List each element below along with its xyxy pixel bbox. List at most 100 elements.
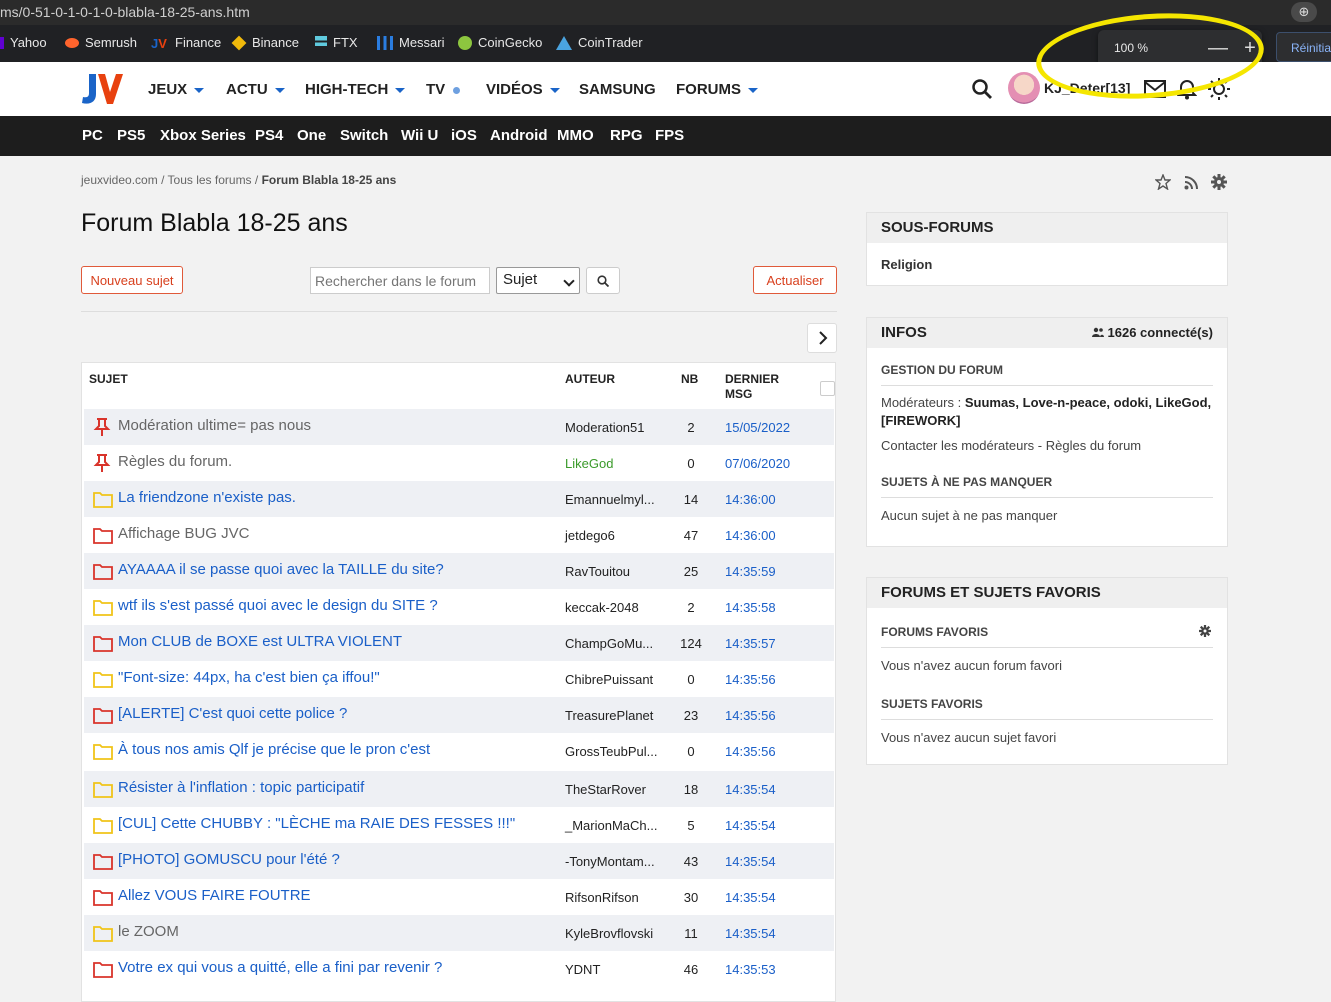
platform-rpg[interactable]: RPG: [610, 127, 643, 144]
topic-author[interactable]: KyleBrovflovski: [565, 926, 653, 941]
table-row[interactable]: [PHOTO] GOMUSCU pour l'été ? -TonyMontam.…: [84, 843, 834, 879]
bookmark-finance[interactable]: JV Finance: [151, 35, 221, 51]
breadcrumb-home[interactable]: jeuxvideo.com: [81, 173, 158, 187]
topic-last-message-link[interactable]: 14:35:56: [725, 744, 776, 759]
forum-search-input[interactable]: [310, 267, 490, 294]
topic-author[interactable]: Emannuelmyl...: [565, 492, 655, 507]
topic-author[interactable]: Moderation51: [565, 420, 645, 435]
bell-icon[interactable]: [1177, 78, 1197, 100]
platform-ps5[interactable]: PS5: [117, 127, 145, 144]
url-text[interactable]: ms/0-51-0-1-0-1-0-blabla-18-25-ans.htm: [0, 4, 250, 20]
topic-author[interactable]: -TonyMontam...: [565, 854, 655, 869]
topic-subject-link[interactable]: le ZOOM: [118, 923, 179, 940]
topic-last-message-link[interactable]: 14:35:54: [725, 890, 776, 905]
new-topic-button[interactable]: Nouveau sujet: [81, 266, 183, 294]
nav-forums[interactable]: FORUMS: [676, 81, 758, 98]
topic-last-message-link[interactable]: 14:35:56: [725, 672, 776, 687]
topic-last-message-link[interactable]: 14:35:53: [725, 962, 776, 977]
star-icon[interactable]: [1155, 174, 1171, 190]
table-row[interactable]: La friendzone n'existe pas. Emannuelmyl..…: [84, 481, 834, 517]
topic-subject-link[interactable]: Allez VOUS FAIRE FOUTRE: [118, 887, 311, 904]
topic-last-message-link[interactable]: 14:35:54: [725, 782, 776, 797]
topic-subject-link[interactable]: AYAAAA il se passe quoi avec la TAILLE d…: [118, 561, 444, 578]
platform-pc[interactable]: PC: [82, 127, 103, 144]
topic-last-message-link[interactable]: 14:35:57: [725, 636, 776, 651]
topic-author[interactable]: _MarionMaCh...: [565, 818, 657, 833]
avatar[interactable]: [1008, 72, 1040, 104]
topic-author[interactable]: TheStarRover: [565, 782, 646, 797]
table-row[interactable]: [CUL] Cette CHUBBY : "LÈCHE ma RAIE DES …: [84, 807, 834, 843]
platform-ios[interactable]: iOS: [451, 127, 477, 144]
search-icon[interactable]: [971, 78, 993, 100]
browser-url-bar[interactable]: ms/0-51-0-1-0-1-0-blabla-18-25-ans.htm ⊕: [0, 0, 1331, 25]
topic-subject-link[interactable]: wtf ils s'est passé quoi avec le design …: [118, 597, 438, 614]
bookmark-yahoo[interactable]: Yahoo: [0, 35, 47, 50]
search-button[interactable]: [586, 267, 620, 294]
table-row[interactable]: Résister à l'inflation : topic participa…: [84, 771, 834, 807]
topic-author[interactable]: RifsonRifson: [565, 890, 639, 905]
topic-author[interactable]: keccak-2048: [565, 600, 639, 615]
topic-author[interactable]: ChampGoMu...: [565, 636, 653, 651]
table-row[interactable]: À tous nos amis Qlf je précise que le pr…: [84, 733, 834, 769]
platform-one[interactable]: One: [297, 127, 326, 144]
table-row[interactable]: Règles du forum. LikeGod 0 07/06/2020: [84, 445, 834, 481]
platform-ps4[interactable]: PS4: [255, 127, 283, 144]
topic-author[interactable]: RavTouitou: [565, 564, 630, 579]
topic-author[interactable]: YDNT: [565, 962, 600, 977]
forum-rules-link[interactable]: Règles du forum: [1046, 438, 1141, 453]
topic-subject-link[interactable]: Résister à l'inflation : topic participa…: [118, 779, 364, 796]
table-row[interactable]: Votre ex qui vous a quitté, elle a fini …: [84, 951, 834, 987]
platform-android[interactable]: Android: [490, 127, 548, 144]
topic-author[interactable]: LikeGod: [565, 456, 613, 471]
username[interactable]: KJ_Deter[13]: [1044, 80, 1130, 96]
table-row[interactable]: "Font-size: 44px, ha c'est bien ça iffou…: [84, 661, 834, 697]
table-row[interactable]: Allez VOUS FAIRE FOUTRE RifsonRifson 30 14:…: [84, 879, 834, 915]
table-row[interactable]: Mon CLUB de BOXE est ULTRA VIOLENT ChampG…: [84, 625, 834, 661]
table-row[interactable]: wtf ils s'est passé quoi avec le design …: [84, 589, 834, 625]
zoom-in-button[interactable]: +: [1238, 35, 1262, 61]
nav-videos[interactable]: VIDÉOS: [486, 81, 560, 98]
search-scope-select[interactable]: Sujet: [496, 267, 580, 294]
platform-xbox-series[interactable]: Xbox Series: [160, 127, 246, 144]
nav-high-tech[interactable]: HIGH-TECH: [305, 81, 406, 98]
topic-last-message-link[interactable]: 14:35:54: [725, 854, 776, 869]
topic-subject-link[interactable]: [CUL] Cette CHUBBY : "LÈCHE ma RAIE DES …: [118, 815, 515, 832]
topic-last-message-link[interactable]: 14:35:56: [725, 708, 776, 723]
zoom-out-button[interactable]: —: [1206, 35, 1230, 61]
topic-subject-link[interactable]: La friendzone n'existe pas.: [118, 489, 296, 506]
topic-author[interactable]: ChibrePuissant: [565, 672, 653, 687]
topic-last-message-link[interactable]: 07/06/2020: [725, 456, 790, 471]
platform-wii-u[interactable]: Wii U: [401, 127, 438, 144]
platform-fps[interactable]: FPS: [655, 127, 684, 144]
topic-last-message-link[interactable]: 14:36:00: [725, 492, 776, 507]
contact-moderators-link[interactable]: Contacter les modérateurs: [881, 438, 1034, 453]
platform-mmo[interactable]: MMO: [557, 127, 594, 144]
topic-last-message-link[interactable]: 14:36:00: [725, 528, 776, 543]
nav-actu[interactable]: ACTU: [226, 81, 285, 98]
moderator-names[interactable]: Suumas, Love-n-peace, odoki, LikeGod,: [965, 395, 1211, 410]
topic-author[interactable]: TreasurePlanet: [565, 708, 653, 723]
rss-icon[interactable]: [1184, 176, 1198, 190]
topic-last-message-link[interactable]: 15/05/2022: [725, 420, 790, 435]
moderator-names[interactable]: [FIREWORK]: [881, 413, 960, 428]
jv-logo[interactable]: [80, 72, 124, 106]
topic-subject-link[interactable]: Affichage BUG JVC: [118, 525, 249, 542]
settings-gear-icon[interactable]: [1211, 174, 1227, 190]
table-row[interactable]: [ALERTE] C'est quoi cette police ? Treasu…: [84, 697, 834, 733]
next-page-button[interactable]: [807, 323, 837, 353]
nav-tv[interactable]: TV: [426, 81, 461, 98]
topic-last-message-link[interactable]: 14:35:54: [725, 818, 776, 833]
bookmark-binance[interactable]: Binance: [231, 35, 299, 50]
topic-subject-link[interactable]: [ALERTE] C'est quoi cette police ?: [118, 705, 347, 722]
select-all-checkbox[interactable]: [820, 381, 835, 396]
topic-last-message-link[interactable]: 14:35:54: [725, 926, 776, 941]
bookmark-coingecko[interactable]: CoinGecko: [458, 35, 542, 50]
topic-subject-link[interactable]: Règles du forum.: [118, 453, 232, 470]
table-row[interactable]: le ZOOM KyleBrovflovski 11 14:35:54: [84, 915, 834, 951]
refresh-button[interactable]: Actualiser: [753, 266, 837, 294]
topic-subject-link[interactable]: Votre ex qui vous a quitté, elle a fini …: [118, 959, 442, 976]
zoom-reset-button[interactable]: Réinitia: [1276, 32, 1331, 62]
bookmark-ftx[interactable]: FTX: [315, 35, 358, 50]
table-row[interactable]: Modération ultime= pas nous Moderation51 2…: [84, 409, 834, 445]
settings-gear-icon[interactable]: [1199, 625, 1211, 637]
